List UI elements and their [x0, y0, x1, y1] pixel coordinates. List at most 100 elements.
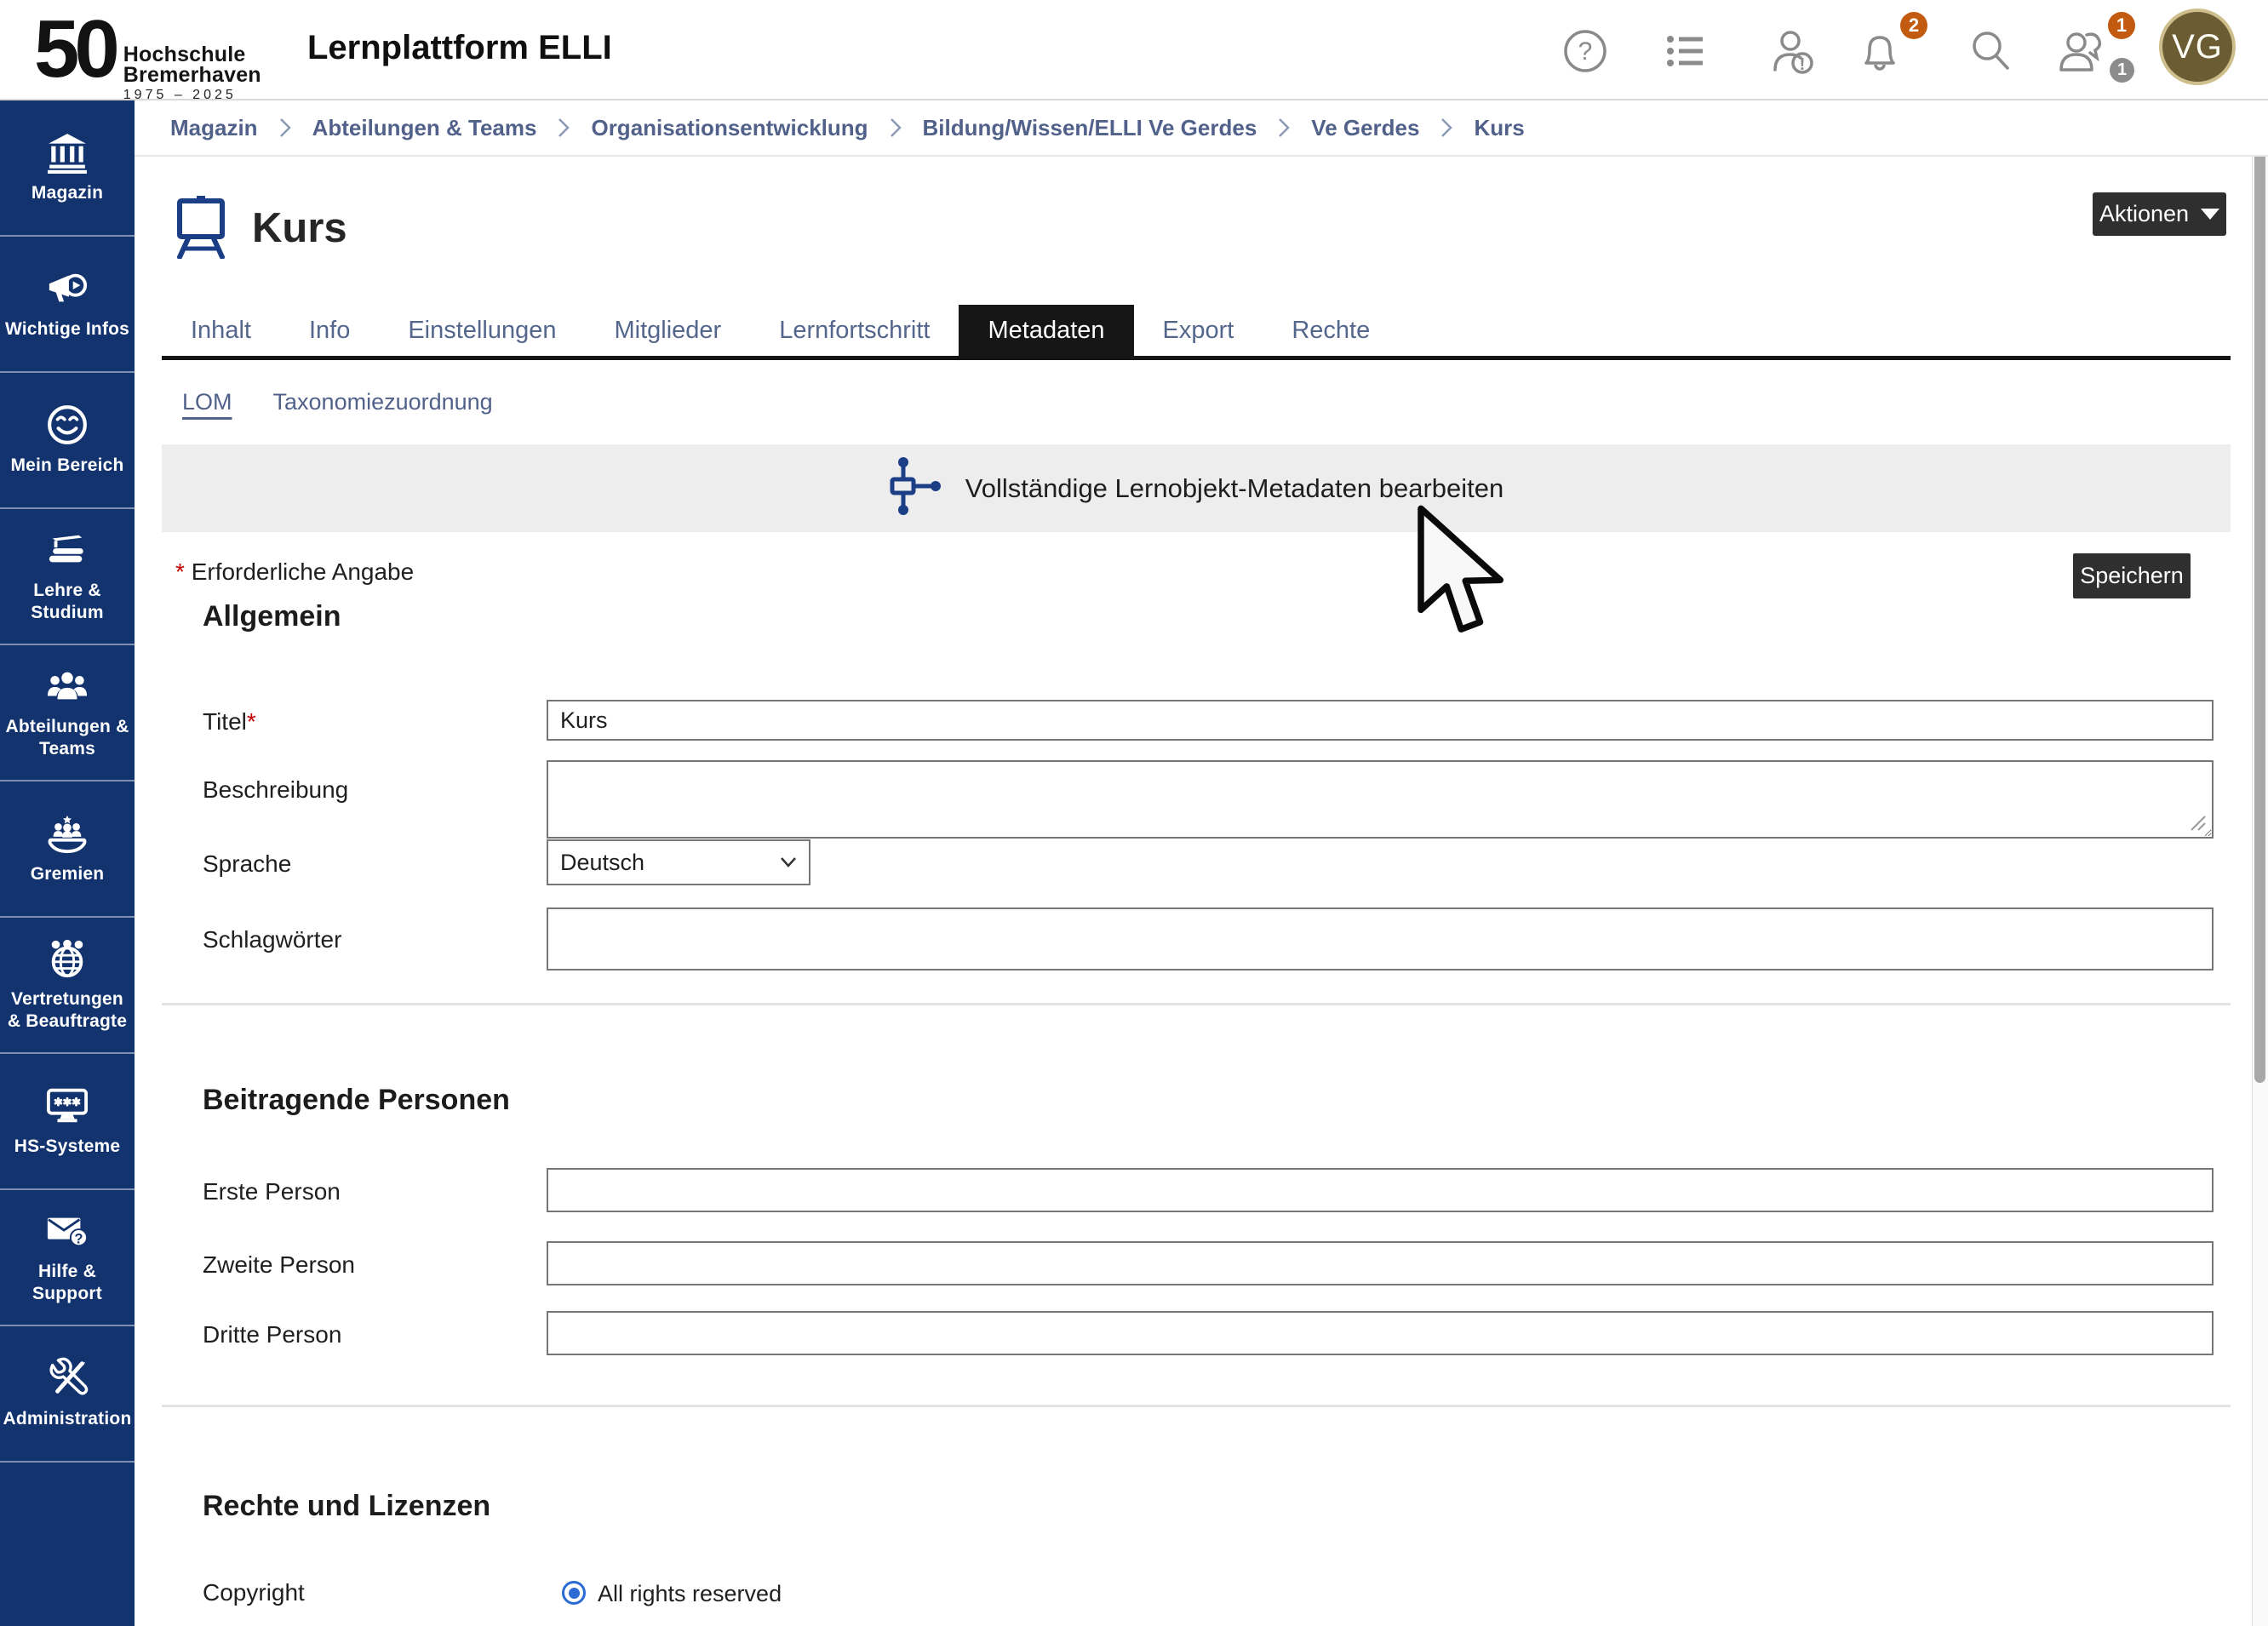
sidebar-item-label: Abteilungen & Teams [0, 716, 135, 760]
breadcrumb-item[interactable]: Magazin [170, 115, 258, 141]
actions-button[interactable]: Aktionen [2093, 192, 2226, 236]
books-gradcap-icon [46, 529, 89, 571]
save-button[interactable]: Speichern [2073, 553, 2191, 598]
bank-icon [46, 131, 89, 174]
section-heading-allgemein: Allgemein [203, 600, 341, 633]
hochschule-bremerhaven-logo[interactable]: 50 Hochschule Bremerhaven 1975 – 2025 [34, 5, 261, 103]
contacts-badge-bottom: 1 [2110, 58, 2134, 83]
dritte-person-label: Dritte Person [203, 1321, 341, 1348]
sidebar-item-label: Gremien [28, 863, 107, 885]
sidebar-item-label: Mein Bereich [8, 455, 126, 477]
globe-people-icon [46, 937, 89, 980]
sidebar-item-label: Lehre & Studium [0, 580, 135, 624]
subtab-bar: LOM Taxonomiezuordnung [162, 381, 513, 422]
section-divider [162, 1405, 2231, 1407]
svg-text:?: ? [1578, 37, 1593, 66]
user-alert-icon[interactable]: ! [1768, 27, 1816, 75]
sidebar-item-wichtige-infos[interactable]: Wichtige Infos [0, 237, 135, 373]
sidebar-item-gremien[interactable]: Gremien [0, 782, 135, 918]
sidebar-item-vertretungen[interactable]: Vertretungen & Beauftragte [0, 918, 135, 1054]
tab-rechte[interactable]: Rechte [1263, 305, 1399, 356]
sidebar-item-label: Wichtige Infos [3, 318, 132, 341]
sidebar-item-label: Administration [1, 1408, 135, 1430]
sidebar-item-hilfe-support[interactable]: ? Hilfe & Support [0, 1190, 135, 1326]
search-icon[interactable] [1967, 27, 2014, 75]
schlagwoerter-input[interactable] [547, 907, 2214, 970]
sidebar-item-magazin[interactable]: Magazin [0, 100, 135, 237]
sidebar-item-label: Magazin [29, 182, 106, 204]
contacts-badge-top: 1 [2108, 12, 2135, 39]
sprache-selected-value: Deutsch [560, 850, 644, 876]
titel-input[interactable] [547, 700, 2214, 741]
sidebar-item-label: HS-Systeme [12, 1136, 123, 1158]
avatar[interactable]: VG [2159, 9, 2236, 85]
banner-label: Vollständige Lernobjekt-Metadaten bearbe… [965, 473, 1504, 504]
zweite-person-input[interactable] [547, 1241, 2214, 1285]
tab-mitglieder[interactable]: Mitglieder [585, 305, 750, 356]
sidebar-item-label: Hilfe & Support [0, 1261, 135, 1305]
subtab-taxonomiezuordnung[interactable]: Taxonomiezuordnung [253, 381, 513, 422]
breadcrumb-item[interactable]: Bildung/Wissen/ELLI Ve Gerdes [923, 115, 1257, 141]
breadcrumb-item[interactable]: Organisationsentwicklung [591, 115, 868, 141]
caret-down-icon [2201, 209, 2219, 220]
tab-info[interactable]: Info [280, 305, 379, 356]
logo-text: Hochschule Bremerhaven 1975 – 2025 [123, 5, 261, 103]
schlagwoerter-label: Schlagwörter [203, 926, 341, 953]
sidebar-item-mein-bereich[interactable]: Mein Bereich [0, 373, 135, 509]
tab-inhalt[interactable]: Inhalt [162, 305, 280, 356]
vertical-scrollbar-thumb[interactable] [2254, 104, 2265, 1083]
page-title: Kurs [252, 204, 347, 252]
section-heading-rechte: Rechte und Lizenzen [203, 1490, 490, 1523]
list-icon[interactable] [1662, 27, 1710, 75]
app-title: Lernplattform ELLI [307, 29, 612, 67]
logo-50: 50 [34, 5, 115, 103]
tab-bar: Inhalt Info Einstellungen Mitglieder Ler… [162, 305, 1399, 356]
bell-icon[interactable] [1856, 27, 1904, 75]
dritte-person-input[interactable] [547, 1311, 2214, 1355]
beschreibung-label: Beschreibung [203, 776, 348, 804]
sidebar-item-lehre-studium[interactable]: Lehre & Studium [0, 509, 135, 645]
course-easel-icon [175, 196, 226, 259]
top-header: 50 Hochschule Bremerhaven 1975 – 2025 Le… [0, 0, 2268, 100]
megaphone-icon [46, 267, 89, 310]
help-icon[interactable]: ? [1561, 27, 1609, 75]
contacts-icon[interactable] [2056, 27, 2109, 75]
subtab-lom[interactable]: LOM [162, 381, 253, 422]
tab-metadaten[interactable]: Metadaten [959, 305, 1133, 356]
sidebar-item-abteilungen-teams[interactable]: Abteilungen & Teams [0, 645, 135, 782]
breadcrumb-item[interactable]: Abteilungen & Teams [312, 115, 537, 141]
smiley-icon [46, 404, 89, 446]
mail-question-icon: ? [46, 1210, 89, 1252]
breadcrumb-item[interactable]: Ve Gerdes [1311, 115, 1419, 141]
zweite-person-label: Zweite Person [203, 1251, 355, 1279]
sprache-select[interactable]: Deutsch [547, 839, 810, 885]
chevron-right-icon [1277, 117, 1291, 139]
committee-icon [46, 812, 89, 855]
sidebar-item-hs-systeme[interactable]: HS-Systeme [0, 1054, 135, 1190]
tab-export[interactable]: Export [1134, 305, 1263, 356]
svg-text:?: ? [74, 1231, 83, 1246]
svg-text:!: ! [1800, 55, 1806, 74]
mouse-cursor [1415, 504, 1510, 644]
copyright-label: Copyright [203, 1579, 305, 1606]
erste-person-input[interactable] [547, 1168, 2214, 1212]
chevron-right-icon [1440, 117, 1453, 139]
beschreibung-textarea[interactable] [547, 760, 2214, 839]
sidebar: Magazin Wichtige Infos Mein Bereich Lehr… [0, 100, 135, 1626]
copyright-option-label: All rights reserved [598, 1581, 782, 1607]
required-note: * Erforderliche Angabe [175, 558, 414, 586]
tab-einstellungen[interactable]: Einstellungen [379, 305, 585, 356]
tools-icon [46, 1357, 89, 1400]
sprache-label: Sprache [203, 850, 291, 878]
tab-lernfortschritt[interactable]: Lernfortschritt [750, 305, 959, 356]
breadcrumb-item-current[interactable]: Kurs [1474, 115, 1524, 141]
breadcrumb: Magazin Abteilungen & Teams Organisation… [135, 100, 2268, 157]
monitor-password-icon [46, 1085, 89, 1127]
section-divider [162, 1003, 2231, 1005]
tab-bar-underline [162, 356, 2231, 360]
people-group-icon [46, 665, 89, 707]
sidebar-item-administration[interactable]: Administration [0, 1326, 135, 1463]
copyright-radio[interactable] [562, 1581, 586, 1605]
chevron-right-icon [889, 117, 902, 139]
edit-full-metadata-link[interactable]: Vollständige Lernobjekt-Metadaten bearbe… [162, 444, 2231, 532]
